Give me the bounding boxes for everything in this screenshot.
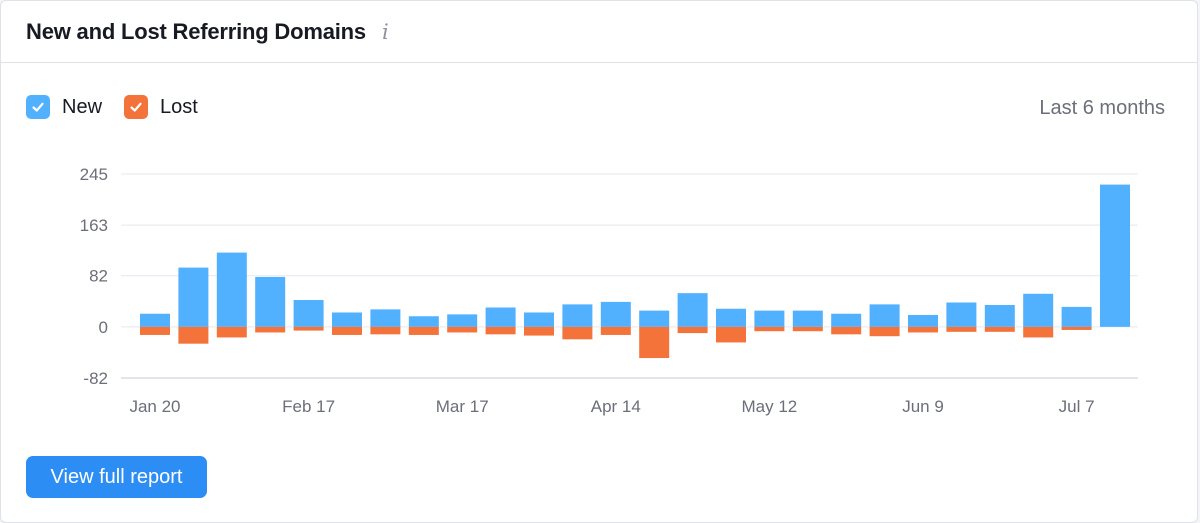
lost-bar[interactable] xyxy=(908,326,938,333)
x-tick-label: Feb 17 xyxy=(282,397,335,416)
lost-bar[interactable] xyxy=(869,326,900,337)
new-bar[interactable] xyxy=(984,305,1015,327)
new-bar[interactable] xyxy=(908,314,938,327)
new-bar[interactable] xyxy=(600,301,631,327)
lost-bar[interactable] xyxy=(792,326,823,332)
chart-legend: New Lost xyxy=(26,95,220,119)
new-bar[interactable] xyxy=(792,310,823,327)
lost-bar[interactable] xyxy=(600,326,631,335)
lost-bar[interactable] xyxy=(1023,326,1054,338)
legend-checkbox-new[interactable] xyxy=(26,95,50,119)
new-bar[interactable] xyxy=(332,312,362,327)
x-tick-label: Mar 17 xyxy=(436,397,489,416)
new-bar[interactable] xyxy=(869,304,900,327)
date-range-label[interactable]: Last 6 months xyxy=(1039,97,1165,120)
lost-bar[interactable] xyxy=(946,326,977,332)
x-tick-label: Jun 9 xyxy=(902,397,944,416)
new-bar[interactable] xyxy=(255,276,286,327)
new-bar[interactable] xyxy=(370,309,401,327)
new-bar[interactable] xyxy=(408,316,439,327)
legend-label-new: New xyxy=(62,95,103,118)
lost-bar[interactable] xyxy=(370,326,401,335)
new-bar[interactable] xyxy=(485,307,516,327)
checkmark-icon xyxy=(130,102,142,112)
bar-chart: 245 163 82 0 -82 Jan 20 Feb 17 Mar 17 Apr 14 May … xyxy=(80,165,1138,416)
lost-bar[interactable] xyxy=(984,326,1015,332)
lost-bar[interactable] xyxy=(408,326,439,335)
lost-bar[interactable] xyxy=(293,326,324,331)
info-icon[interactable]: i xyxy=(382,20,389,44)
new-bar[interactable] xyxy=(216,252,247,327)
lost-bar[interactable] xyxy=(178,326,209,344)
x-tick-label: Jan 20 xyxy=(129,397,180,416)
new-bar[interactable] xyxy=(831,313,862,327)
y-tick-label: 0 xyxy=(99,318,108,337)
legend-item-lost[interactable]: Lost xyxy=(124,95,198,119)
lost-bar[interactable] xyxy=(639,326,670,359)
card-title: New and Lost Referring Domains xyxy=(26,18,366,44)
legend-checkbox-lost[interactable] xyxy=(124,95,149,119)
new-bar[interactable] xyxy=(1100,184,1130,327)
referring-domains-card: New and Lost Referring Domains i New Los… xyxy=(0,0,1198,523)
legend-item-new[interactable]: New xyxy=(26,95,102,119)
lost-bar[interactable] xyxy=(524,326,554,336)
legend-label-lost: Lost xyxy=(160,95,198,118)
bars xyxy=(140,184,1130,359)
x-tick-label: Apr 14 xyxy=(591,397,641,416)
y-tick-label: -82 xyxy=(83,369,108,388)
x-tick-label: May 12 xyxy=(742,397,798,416)
lost-bar[interactable] xyxy=(1061,326,1092,330)
lost-bar[interactable] xyxy=(255,326,286,333)
new-bar[interactable] xyxy=(178,267,209,327)
new-bar[interactable] xyxy=(946,302,977,327)
lost-bar[interactable] xyxy=(447,326,478,333)
new-bar[interactable] xyxy=(447,314,478,327)
lost-bar[interactable] xyxy=(677,326,708,334)
new-bar[interactable] xyxy=(140,313,170,327)
grid-lines xyxy=(121,173,1138,379)
new-bar[interactable] xyxy=(293,300,324,327)
new-bar[interactable] xyxy=(562,304,593,327)
view-full-report-button[interactable]: View full report xyxy=(26,456,207,498)
lost-bar[interactable] xyxy=(485,326,516,335)
lost-bar[interactable] xyxy=(140,326,170,335)
card-header: New and Lost Referring Domains i xyxy=(1,1,1197,63)
new-bar[interactable] xyxy=(524,312,554,327)
lost-bar[interactable] xyxy=(831,326,862,335)
new-bar[interactable] xyxy=(716,308,746,327)
lost-bar[interactable] xyxy=(716,326,746,343)
lost-bar[interactable] xyxy=(216,326,247,338)
new-bar[interactable] xyxy=(754,310,785,327)
y-tick-label: 82 xyxy=(89,267,108,286)
checkmark-icon xyxy=(32,102,44,112)
x-tick-label: Jul 7 xyxy=(1059,397,1095,416)
new-bar[interactable] xyxy=(677,293,708,327)
lost-bar[interactable] xyxy=(332,326,362,335)
lost-bar[interactable] xyxy=(754,326,785,332)
y-tick-label: 163 xyxy=(80,216,108,235)
new-bar[interactable] xyxy=(639,310,670,327)
lost-bar[interactable] xyxy=(562,326,593,340)
new-bar[interactable] xyxy=(1023,293,1054,327)
y-tick-label: 245 xyxy=(80,165,108,184)
new-bar[interactable] xyxy=(1061,306,1092,327)
